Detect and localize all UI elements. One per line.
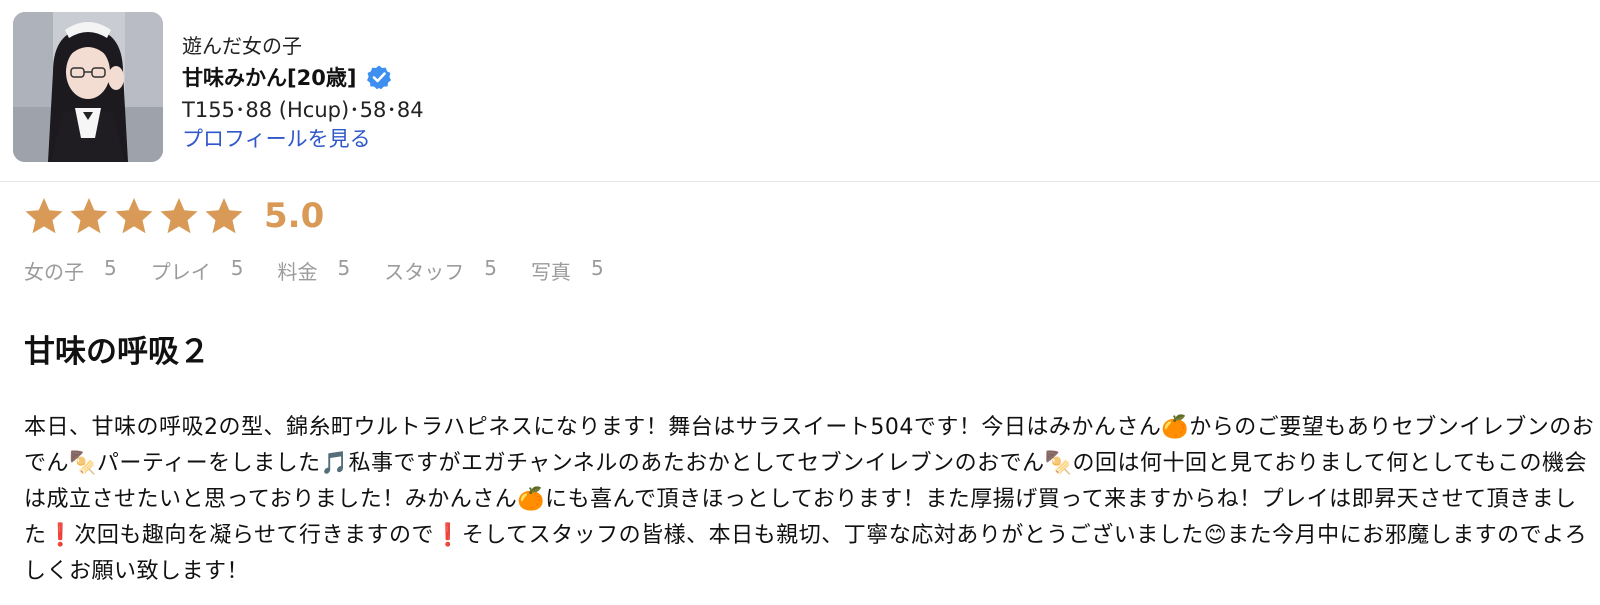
star-icon xyxy=(70,198,108,234)
girl-name: 甘味みかん[20歳] xyxy=(182,66,357,90)
sub-rating-item: 写真 5 xyxy=(531,256,604,285)
sub-rating-label: 料金 xyxy=(277,260,318,284)
star-icon xyxy=(25,198,63,234)
girl-avatar[interactable] xyxy=(13,12,163,162)
girl-measurements: T155･88 (Hcup)･58･84 xyxy=(182,98,424,122)
sub-rating-item: プレイ 5 xyxy=(151,256,244,285)
sub-rating-item: 女の子 5 xyxy=(24,256,117,285)
star-rating xyxy=(24,196,244,236)
verified-badge-icon xyxy=(367,65,392,90)
sub-rating-value: 5 xyxy=(590,256,604,280)
star-icon xyxy=(160,198,198,234)
overall-rating: 5.0 xyxy=(24,196,324,236)
sub-rating-label: 女の子 xyxy=(24,260,84,284)
rating-score: 5.0 xyxy=(264,196,325,236)
sub-rating-label: スタッフ xyxy=(384,260,465,284)
avatar-photo-icon xyxy=(13,12,163,162)
star-icon xyxy=(205,198,243,234)
sub-rating-label: 写真 xyxy=(530,260,571,284)
review-title: 甘味の呼吸２ xyxy=(24,334,210,370)
reviewed-girl-header: 遊んだ女の子 甘味みかん[20歳] T155･88 (Hcup)･58･84 プ… xyxy=(0,0,1600,182)
sub-rating-label: プレイ xyxy=(150,260,211,284)
girl-name-row: 甘味みかん[20歳] xyxy=(182,62,392,92)
sub-rating-value: 5 xyxy=(230,256,244,280)
sub-rating-value: 5 xyxy=(337,256,351,280)
sub-rating-value: 5 xyxy=(104,256,117,280)
view-profile-link[interactable]: プロフィールを見る xyxy=(182,123,371,153)
sub-rating-item: 料金 5 xyxy=(277,256,350,285)
star-icon xyxy=(115,198,153,234)
sub-rating-value: 5 xyxy=(484,256,497,280)
sub-rating-item: スタッフ 5 xyxy=(384,256,497,285)
reviewed-girl-label: 遊んだ女の子 xyxy=(182,34,302,58)
review-body: 本日、甘味の呼吸2の型、錦糸町ウルトラハピネスになります！舞台はサラスイート50… xyxy=(24,415,1595,584)
sub-ratings: 女の子 5 プレイ 5 料金 5 スタッフ 5 写真 5 xyxy=(24,256,604,285)
